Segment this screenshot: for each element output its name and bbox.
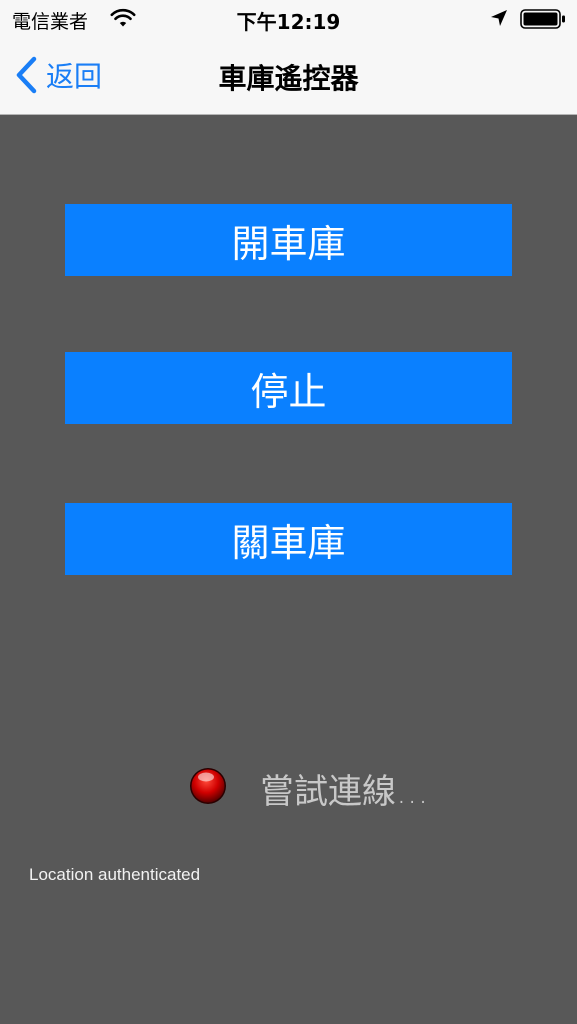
close-garage-button[interactable]: 關車庫	[65, 503, 512, 575]
stop-button[interactable]: 停止	[65, 352, 512, 424]
location-arrow-icon	[491, 10, 507, 26]
page-title: 車庫遙控器	[218, 62, 359, 95]
navigation-bar: 返回 車庫遙控器	[0, 38, 577, 115]
status-bar: 電信業者 下午12:19	[0, 0, 577, 38]
open-garage-button[interactable]: 開車庫	[65, 204, 512, 276]
battery-icon	[520, 9, 565, 29]
connection-led-icon	[190, 768, 226, 804]
location-status: Location authenticated	[29, 865, 201, 884]
connection-status: 嘗試連線...	[260, 772, 429, 812]
